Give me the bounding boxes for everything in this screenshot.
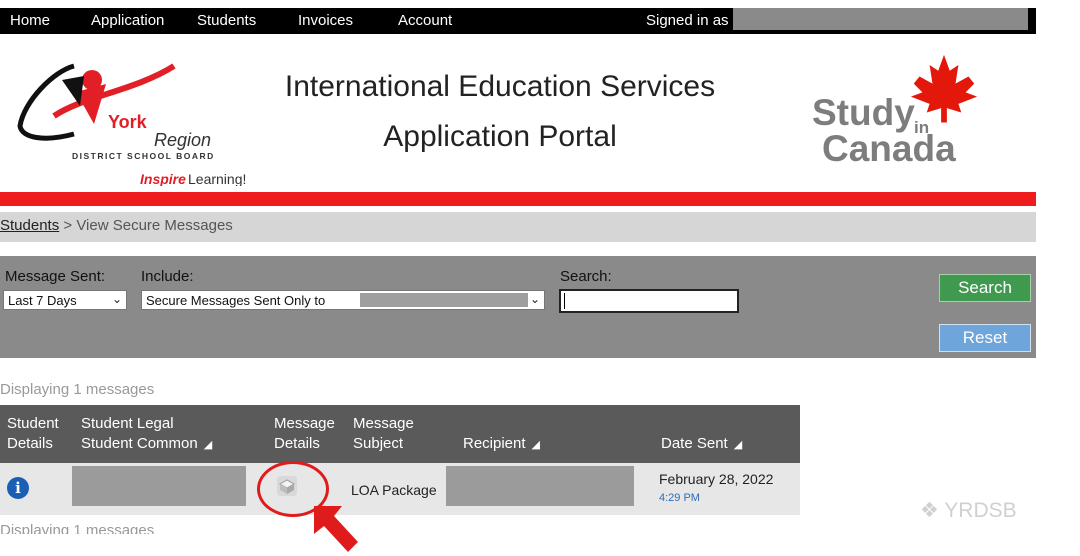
redacted-email [360, 293, 528, 307]
message-sent-value: Last 7 Days [8, 293, 77, 308]
col-recipient[interactable]: Recipient ◢ [463, 434, 540, 455]
nav-home[interactable]: Home [10, 12, 50, 29]
include-select[interactable]: Secure Messages Sent Only to ⌄ [141, 290, 545, 310]
signed-in-text: Signed in as [646, 12, 729, 29]
header: York Region DISTRICT SCHOOL BOARD Inspir… [0, 34, 1036, 192]
portal-title-line1: International Education Services [284, 70, 716, 103]
sort-icon[interactable]: ◢ [204, 439, 212, 451]
col-student-name[interactable]: Student Legal Student Common ◢ [81, 414, 212, 455]
breadcrumb-students-link[interactable]: Students [0, 217, 59, 234]
sort-icon[interactable]: ◢ [734, 439, 742, 451]
search-label: Search: [560, 268, 612, 285]
nav-students[interactable]: Students [197, 12, 256, 29]
breadcrumb: Students > View Secure Messages [0, 212, 1036, 242]
displaying-count-top: Displaying 1 messages [0, 381, 155, 398]
table-row: i LOA Package February 28, 2022 4:29 PM [0, 463, 800, 515]
study-in-canada-logo: Study in Canada [810, 54, 1010, 194]
watermark: ❖ YRDSB [920, 499, 1017, 522]
svg-text:York: York [108, 112, 148, 132]
nav-account[interactable]: Account [398, 12, 452, 29]
wechat-icon: ❖ [920, 499, 939, 522]
col-student-details: Student Details [7, 415, 59, 452]
col-message-details: Message Details [274, 415, 335, 452]
nav-application[interactable]: Application [91, 12, 164, 29]
redacted-recipient [446, 466, 634, 506]
search-button[interactable]: Search [939, 274, 1031, 302]
filter-panel: Message Sent: Last 7 Days ⌄ Include: Sec… [0, 256, 1036, 358]
info-icon[interactable]: i [7, 477, 29, 499]
chevron-down-icon: ⌄ [529, 292, 540, 306]
redacted-student-name [72, 466, 246, 506]
svg-text:Region: Region [154, 130, 211, 150]
nav-invoices[interactable]: Invoices [298, 12, 353, 29]
message-sent-label: Message Sent: [5, 268, 106, 285]
york-region-logo: York Region DISTRICT SCHOOL BOARD Inspir… [17, 63, 246, 186]
message-subject: LOA Package [351, 482, 437, 498]
text-caret [564, 293, 565, 309]
red-divider [0, 192, 1036, 206]
svg-text:DISTRICT SCHOOL BOARD: DISTRICT SCHOOL BOARD [72, 151, 215, 161]
breadcrumb-current: View Secure Messages [76, 217, 233, 234]
date-sent: February 28, 2022 [659, 471, 774, 487]
redacted-username [733, 8, 1028, 30]
col-date-sent[interactable]: Date Sent ◢ [661, 434, 742, 455]
reset-button[interactable]: Reset [939, 324, 1031, 352]
chevron-down-icon: ⌄ [111, 292, 122, 306]
col-message-subject: Message Subject [353, 415, 414, 452]
svg-text:Inspire: Inspire [140, 171, 186, 186]
table-header: Student Details Student Legal Student Co… [0, 405, 800, 463]
maple-leaf-icon [910, 54, 978, 123]
svg-text:Learning!: Learning! [188, 171, 246, 186]
include-value: Secure Messages Sent Only to [146, 293, 326, 308]
top-nav: Home Application Students Invoices Accou… [0, 8, 1036, 34]
time-sent: 4:29 PM [659, 492, 700, 504]
displaying-count-bottom: Displaying 1 messages [0, 522, 155, 534]
search-input[interactable] [559, 289, 739, 313]
message-sent-select[interactable]: Last 7 Days ⌄ [3, 290, 127, 310]
sort-icon[interactable]: ◢ [532, 439, 540, 451]
include-label: Include: [141, 268, 194, 285]
breadcrumb-separator: > [59, 217, 77, 234]
red-arrow-annotation [314, 506, 358, 552]
portal-title-line2: Application Portal [383, 120, 617, 153]
canada-text: Canada [822, 128, 956, 169]
